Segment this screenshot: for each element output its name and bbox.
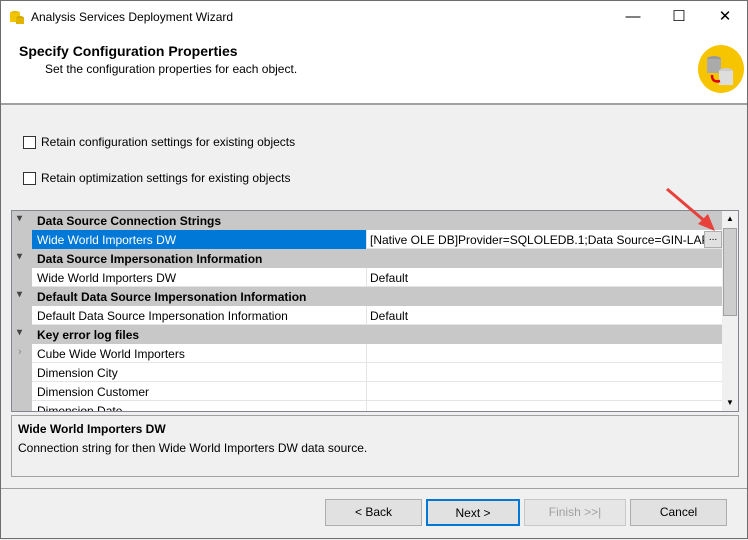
chevron-down-icon[interactable]: ▾ bbox=[17, 327, 22, 338]
description-title: Wide World Importers DW bbox=[18, 422, 166, 436]
chevron-down-icon[interactable]: ▾ bbox=[17, 213, 22, 224]
retain-configuration-label: Retain configuration settings for existi… bbox=[41, 135, 296, 149]
connection-string-value[interactable]: [Native OLE DB]Provider=SQLOLEDB.1;Data … bbox=[367, 230, 722, 249]
page-title: Specify Configuration Properties bbox=[19, 43, 238, 59]
property-row[interactable]: Wide World Importers DW Default bbox=[12, 268, 722, 287]
minimize-button[interactable]: — bbox=[610, 1, 656, 33]
property-row[interactable]: Dimension Customer bbox=[12, 382, 722, 401]
category-key-error-log[interactable]: ▾ Key error log files bbox=[12, 325, 722, 344]
description-panel: Wide World Importers DW Connection strin… bbox=[11, 415, 739, 477]
property-grid: ▾ Data Source Connection Strings Wide Wor… bbox=[11, 210, 739, 412]
window-title: Analysis Services Deployment Wizard bbox=[31, 10, 234, 24]
category-default-impersonation[interactable]: ▾ Default Data Source Impersonation Infor… bbox=[12, 287, 722, 306]
category-connection-strings[interactable]: ▾ Data Source Connection Strings bbox=[12, 211, 722, 230]
title-bar: Analysis Services Deployment Wizard — ☐ … bbox=[1, 1, 747, 33]
finish-button[interactable]: Finish >>| bbox=[524, 499, 626, 526]
property-row[interactable]: Dimension City bbox=[12, 363, 722, 382]
next-button[interactable]: Next > bbox=[426, 499, 520, 526]
close-button[interactable]: ✕ bbox=[702, 1, 748, 33]
back-button[interactable]: < Back bbox=[325, 499, 422, 526]
chevron-down-icon[interactable]: ▾ bbox=[17, 251, 22, 262]
description-body: Connection string for then Wide World Im… bbox=[18, 441, 368, 455]
property-row[interactable]: Dimension Date bbox=[12, 401, 722, 411]
maximize-button[interactable]: ☐ bbox=[656, 1, 702, 33]
database-deploy-icon bbox=[698, 45, 744, 93]
vertical-scrollbar[interactable]: ▲ ▼ bbox=[722, 211, 738, 411]
property-row[interactable]: Default Data Source Impersonation Inform… bbox=[12, 306, 722, 325]
scrollbar-thumb[interactable] bbox=[723, 228, 737, 316]
scroll-down-icon[interactable]: ▼ bbox=[722, 395, 738, 411]
divider bbox=[1, 488, 747, 489]
app-icon bbox=[10, 11, 24, 24]
category-impersonation[interactable]: ▾ Data Source Impersonation Information bbox=[12, 249, 722, 268]
scroll-up-icon[interactable]: ▲ bbox=[722, 211, 738, 227]
retain-optimization-label: Retain optimization settings for existin… bbox=[41, 171, 291, 185]
property-row[interactable]: Wide World Importers DW [Native OLE DB]Pr… bbox=[12, 230, 722, 249]
chevron-down-icon[interactable]: ▾ bbox=[17, 289, 22, 300]
retain-configuration-checkbox[interactable] bbox=[23, 136, 36, 149]
ellipsis-button[interactable]: ... bbox=[704, 231, 722, 248]
page-subtitle: Set the configuration properties for eac… bbox=[45, 62, 298, 76]
wizard-header: Specify Configuration Properties Set the… bbox=[1, 33, 747, 105]
property-row[interactable]: › Cube Wide World Importers bbox=[12, 344, 722, 363]
retain-optimization-checkbox[interactable] bbox=[23, 172, 36, 185]
cancel-button[interactable]: Cancel bbox=[630, 499, 727, 526]
chevron-right-icon[interactable]: › bbox=[18, 346, 22, 358]
